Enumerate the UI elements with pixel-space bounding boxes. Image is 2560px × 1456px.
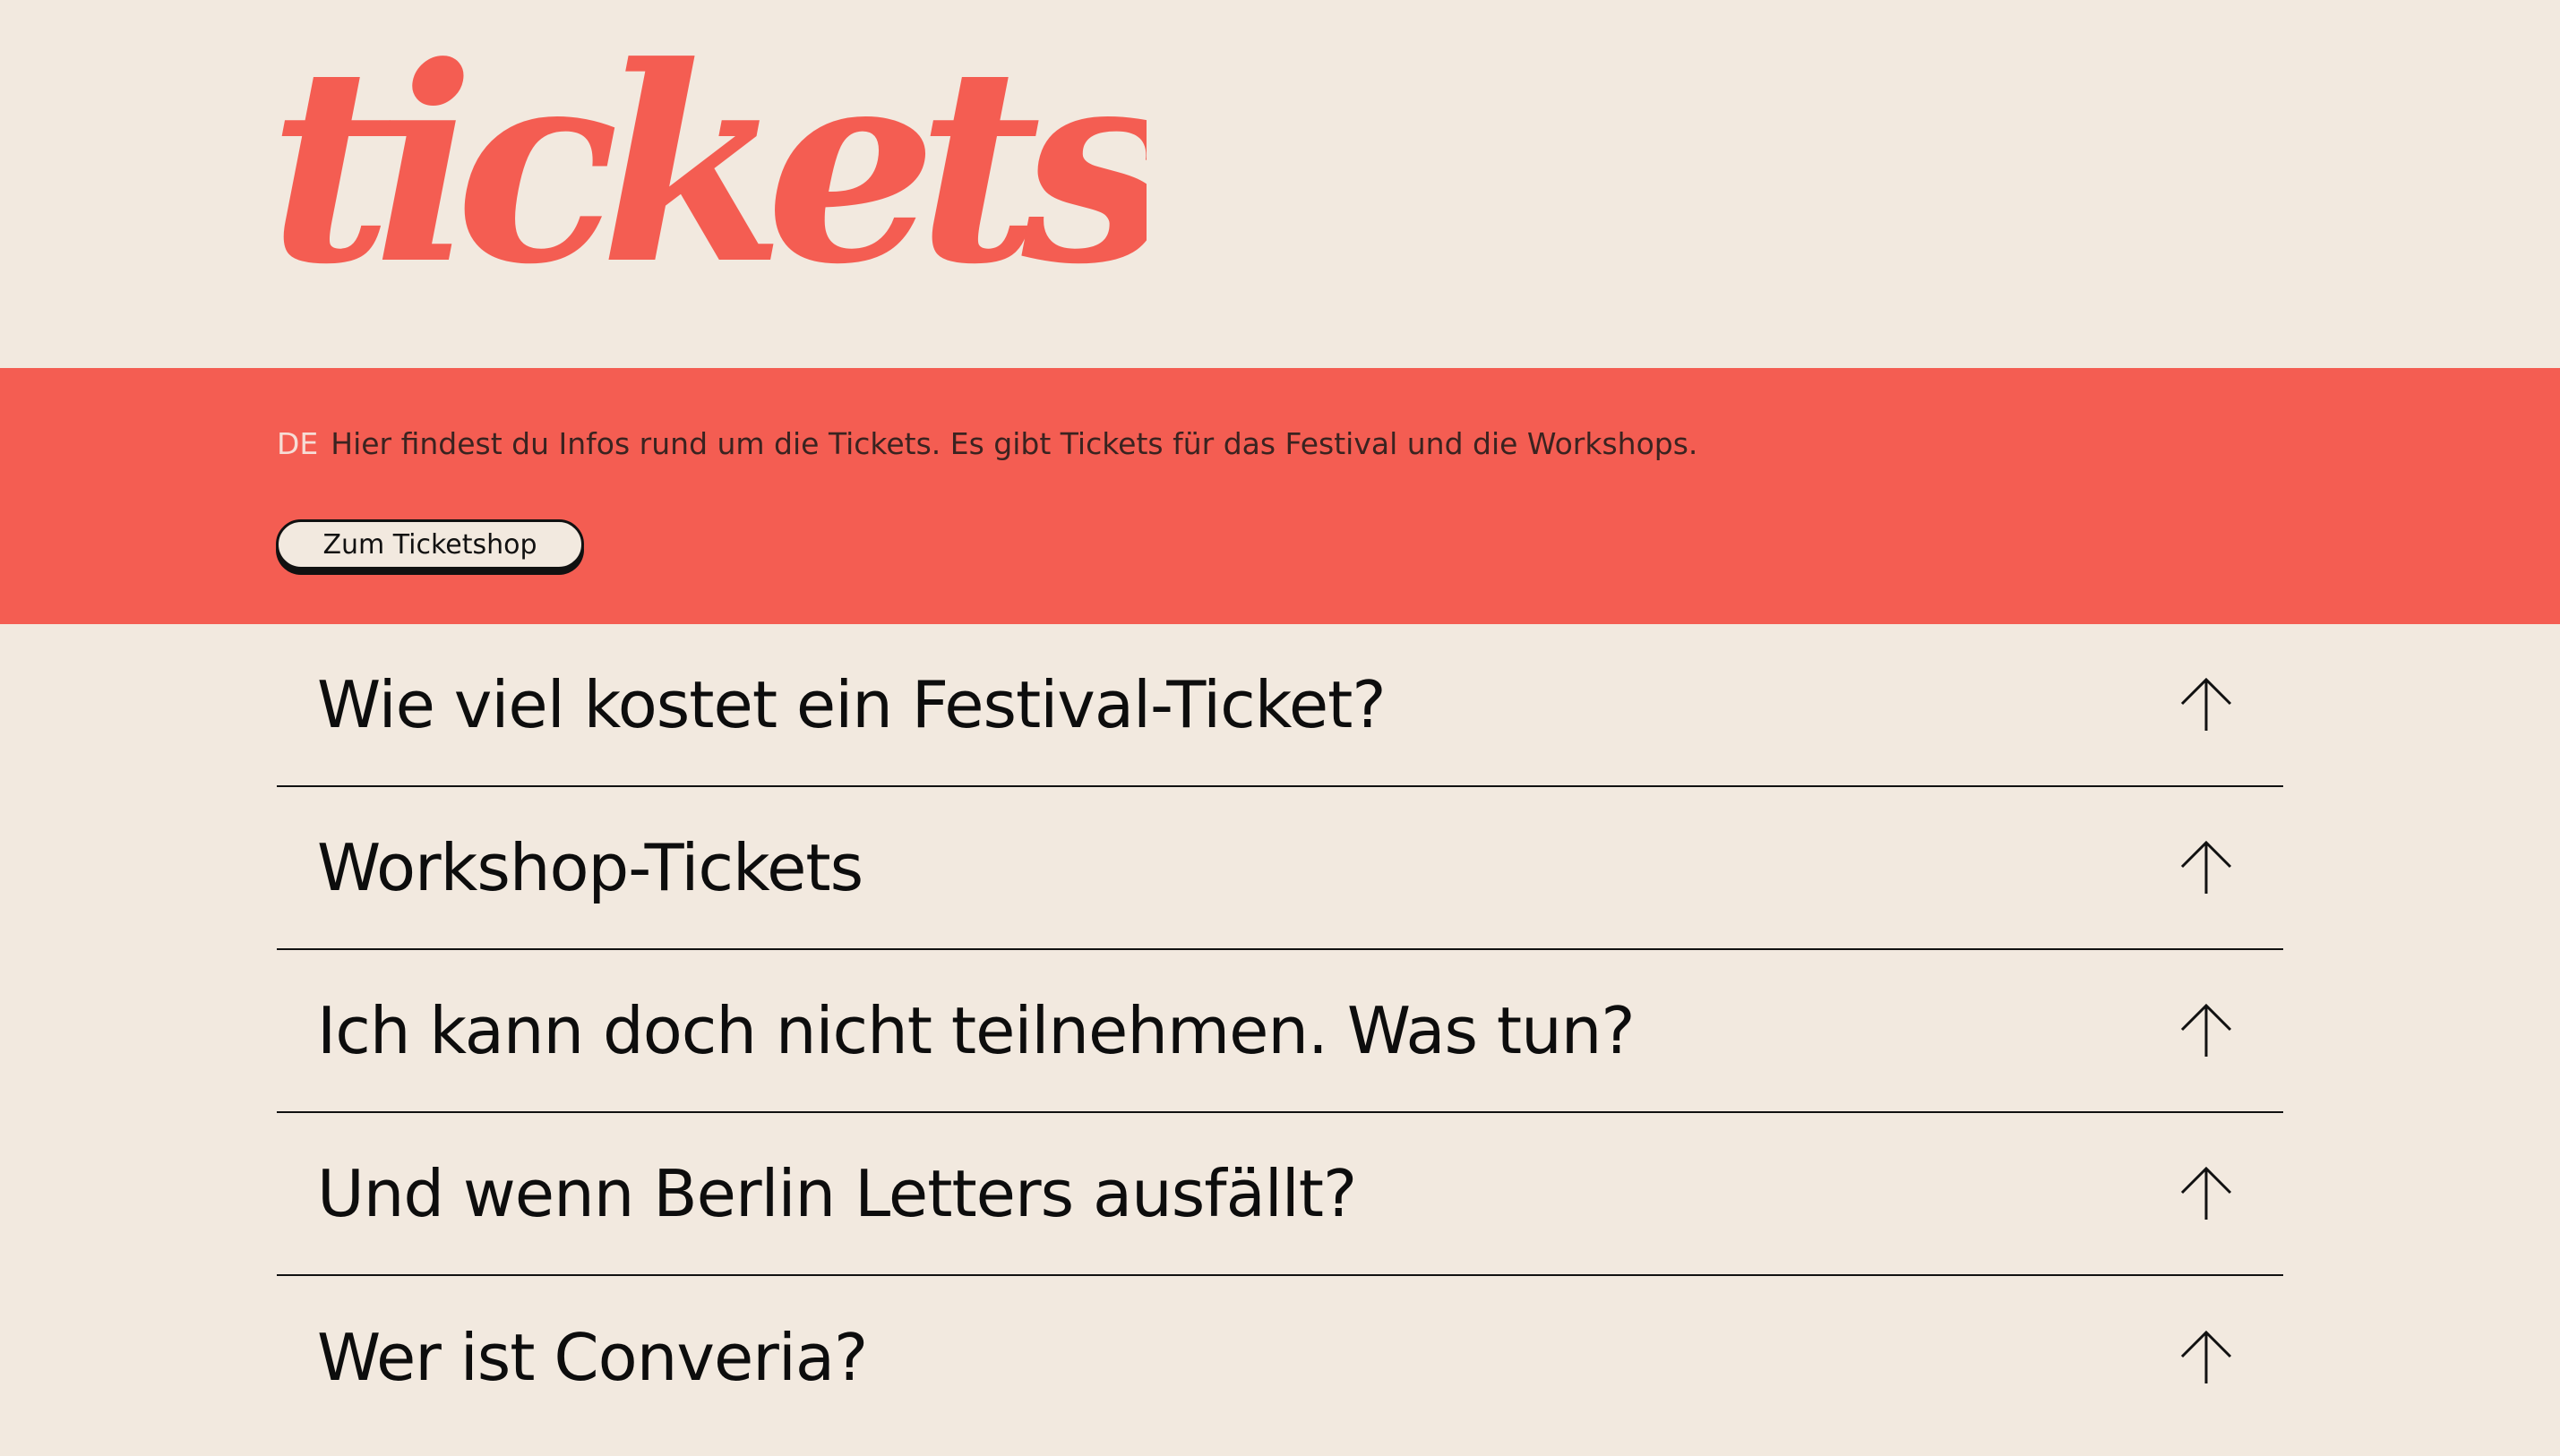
logo-text: tickets — [269, 18, 1147, 287]
arrow-up-icon[interactable] — [2178, 1330, 2234, 1385]
ticketshop-button-label: Zum Ticketshop — [322, 528, 537, 561]
faq-question: Workshop-Tickets — [317, 830, 863, 905]
arrow-up-icon[interactable] — [2178, 1003, 2234, 1058]
language-label: DE — [277, 426, 319, 461]
arrow-up-icon[interactable] — [2178, 840, 2234, 895]
intro-text-row: DE Hier findest du Infos rund um die Tick… — [277, 426, 1697, 462]
arrow-up-icon[interactable] — [2178, 1166, 2234, 1221]
arrow-up-icon[interactable] — [2178, 677, 2234, 732]
faq-question: Ich kann doch nicht teilnehmen. Was tun? — [317, 993, 1636, 1068]
faq-item-workshop-tickets[interactable]: Workshop-Tickets — [277, 787, 2283, 950]
faq-question: Wer ist Converia? — [317, 1320, 868, 1395]
faq-item-cannot-attend[interactable]: Ich kann doch nicht teilnehmen. Was tun? — [277, 950, 2283, 1113]
faq-question: Wie viel kostet ein Festival-Ticket? — [317, 667, 1387, 742]
tickets-logo: tickets — [269, 18, 1147, 287]
faq-list: Wie viel kostet ein Festival-Ticket? Wor… — [277, 624, 2283, 1439]
faq-item-cancellation[interactable]: Und wenn Berlin Letters ausfällt? — [277, 1113, 2283, 1276]
ticketshop-button[interactable]: Zum Ticketshop — [276, 519, 584, 570]
faq-item-festival-ticket-price[interactable]: Wie viel kostet ein Festival-Ticket? — [277, 624, 2283, 787]
faq-item-converia[interactable]: Wer ist Converia? — [277, 1276, 2283, 1439]
intro-band — [0, 368, 2560, 624]
intro-description: Hier findest du Infos rund um die Ticket… — [331, 426, 1698, 461]
faq-question: Und wenn Berlin Letters ausfällt? — [317, 1156, 1357, 1231]
